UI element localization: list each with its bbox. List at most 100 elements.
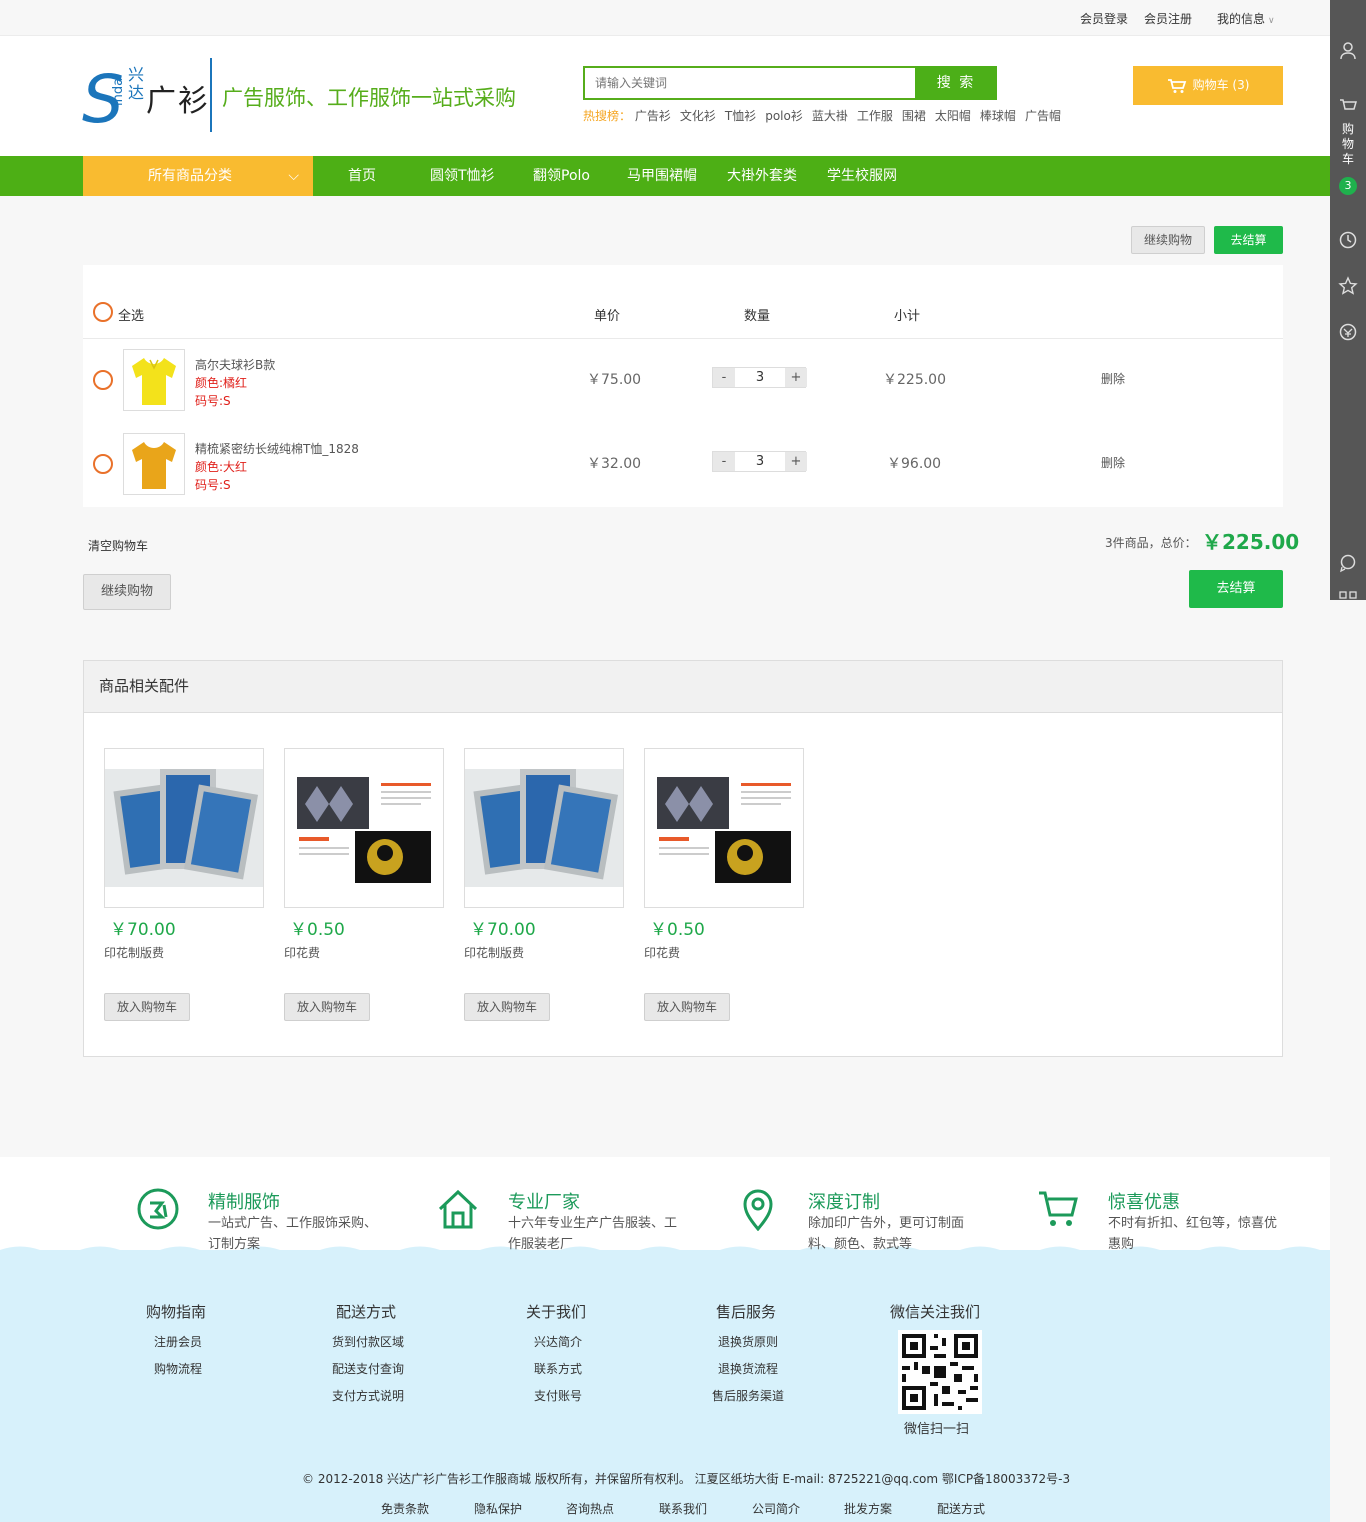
add-to-cart-button[interactable]: 放入购物车 bbox=[644, 993, 730, 1021]
qrcode-icon[interactable] bbox=[1338, 590, 1358, 600]
accessory-name[interactable]: 印花费 bbox=[644, 944, 680, 961]
add-to-cart-button[interactable]: 放入购物车 bbox=[104, 993, 190, 1021]
accessory-name[interactable]: 印花费 bbox=[284, 944, 320, 961]
qty-plus-button[interactable]: + bbox=[785, 452, 807, 471]
my-info-link[interactable]: 我的信息 ∨ bbox=[1217, 10, 1275, 27]
cart-icon[interactable] bbox=[1338, 97, 1358, 117]
unit-price: ￥32.00 bbox=[587, 456, 642, 472]
row-select-radio[interactable] bbox=[93, 454, 113, 474]
slogan: 广告服饰、工作服饰一站式采购 bbox=[222, 86, 516, 110]
footer-link[interactable]: 支付方式说明 bbox=[332, 1387, 404, 1404]
user-icon[interactable] bbox=[1338, 40, 1358, 60]
qty-input[interactable]: 3 bbox=[735, 368, 785, 387]
footer-bottom-link[interactable]: 免责条款 bbox=[381, 1500, 429, 1517]
delete-link[interactable]: 删除 bbox=[1101, 370, 1125, 387]
summary-label: 3件商品，总价： bbox=[1105, 536, 1197, 550]
footer-link[interactable]: 配送支付查询 bbox=[332, 1360, 404, 1377]
cart-button[interactable]: 购物车 (3) bbox=[1133, 66, 1283, 105]
accessory-image[interactable] bbox=[104, 748, 264, 908]
column-header-price: 单价 bbox=[594, 309, 621, 324]
product-name[interactable]: 精梳紧密纺长绒纯棉T恤_1828 bbox=[195, 440, 359, 457]
nav-item-coat[interactable]: 大褂外套类 bbox=[727, 156, 797, 196]
clear-cart-link[interactable]: 清空购物车 bbox=[88, 537, 148, 554]
delete-link[interactable]: 删除 bbox=[1101, 454, 1125, 471]
continue-shopping-button-top[interactable]: 继续购物 bbox=[1131, 226, 1205, 254]
hot-word[interactable]: 广告帽 bbox=[1025, 109, 1061, 123]
accessory-image[interactable] bbox=[464, 748, 624, 908]
product-thumbnail[interactable] bbox=[123, 349, 185, 411]
footer-link[interactable]: 售后服务渠道 bbox=[712, 1387, 784, 1404]
accessory-name[interactable]: 印花制版费 bbox=[104, 944, 164, 961]
wechat-title: 微信关注我们 bbox=[890, 1303, 981, 1321]
select-all-radio[interactable] bbox=[93, 302, 113, 322]
accessory-image[interactable] bbox=[644, 748, 804, 908]
nav-item-vest[interactable]: 马甲围裙帽 bbox=[627, 156, 697, 196]
feature-title: 专业厂家 bbox=[508, 1192, 580, 1213]
product-name[interactable]: 高尔夫球衫B款 bbox=[195, 356, 275, 373]
cart-button-label: 购物车 (3) bbox=[1192, 78, 1250, 92]
sidebar-cart-label[interactable]: 购物车 bbox=[1340, 122, 1356, 167]
add-to-cart-button[interactable]: 放入购物车 bbox=[464, 993, 550, 1021]
footer-link[interactable]: 购物流程 bbox=[154, 1360, 202, 1377]
service-icon[interactable] bbox=[1338, 553, 1358, 573]
continue-shopping-button[interactable]: 继续购物 bbox=[83, 574, 171, 610]
register-link[interactable]: 会员注册 bbox=[1144, 10, 1192, 27]
footer-bottom-link[interactable]: 咨询热点 bbox=[566, 1500, 614, 1517]
hot-word[interactable]: 工作服 bbox=[857, 109, 893, 123]
footer-link[interactable]: 货到付款区域 bbox=[332, 1333, 404, 1350]
print-sample-image bbox=[645, 749, 803, 907]
search-button[interactable]: 搜 索 bbox=[915, 66, 997, 100]
footer-bottom-link[interactable]: 公司简介 bbox=[752, 1500, 800, 1517]
hot-word[interactable]: 太阳帽 bbox=[935, 109, 971, 123]
footer-bottom-link[interactable]: 批发方案 bbox=[844, 1500, 892, 1517]
product-thumbnail[interactable] bbox=[123, 433, 185, 495]
footer-link[interactable]: 兴达简介 bbox=[534, 1333, 582, 1350]
qty-input[interactable]: 3 bbox=[735, 452, 785, 471]
nav-item-polo[interactable]: 翻领Polo bbox=[533, 156, 590, 196]
qty-minus-button[interactable]: - bbox=[713, 452, 735, 471]
hot-word[interactable]: 广告衫 bbox=[635, 109, 671, 123]
select-all-label: 全选 bbox=[118, 309, 145, 324]
history-icon[interactable] bbox=[1338, 230, 1358, 250]
hot-word[interactable]: 文化衫 bbox=[680, 109, 716, 123]
logo-divider bbox=[210, 58, 212, 132]
footer-link[interactable]: 退换货流程 bbox=[718, 1360, 778, 1377]
chevron-down-icon: ⌵ bbox=[288, 168, 299, 184]
accessory-price: ￥0.50 bbox=[290, 920, 345, 940]
accessory-image[interactable] bbox=[284, 748, 444, 908]
star-icon[interactable] bbox=[1338, 276, 1358, 296]
cart-count-badge: 3 bbox=[1339, 177, 1357, 195]
search-input[interactable] bbox=[583, 66, 915, 100]
hot-word[interactable]: polo衫 bbox=[765, 109, 803, 123]
checkout-button-top[interactable]: 去结算 bbox=[1214, 226, 1283, 254]
row-select-radio[interactable] bbox=[93, 370, 113, 390]
accessory-name[interactable]: 印花制版费 bbox=[464, 944, 524, 961]
login-link[interactable]: 会员登录 bbox=[1080, 10, 1128, 27]
checkout-button[interactable]: 去结算 bbox=[1189, 570, 1283, 608]
hot-word[interactable]: T恤衫 bbox=[725, 109, 756, 123]
nav-item-tshirt[interactable]: 圆领T恤衫 bbox=[430, 156, 495, 196]
footer-link[interactable]: 退换货原则 bbox=[718, 1333, 778, 1350]
hot-word[interactable]: 棒球帽 bbox=[980, 109, 1016, 123]
qty-minus-button[interactable]: - bbox=[713, 368, 735, 387]
cart-icon bbox=[1039, 1191, 1078, 1226]
footer-bottom-link[interactable]: 联系我们 bbox=[659, 1500, 707, 1517]
hot-word[interactable]: 围裙 bbox=[902, 109, 926, 123]
feature-title: 深度订制 bbox=[808, 1192, 880, 1213]
footer-link[interactable]: 支付账号 bbox=[534, 1387, 582, 1404]
footer-bottom-link[interactable]: 配送方式 bbox=[937, 1500, 985, 1517]
footer-link[interactable]: 联系方式 bbox=[534, 1360, 582, 1377]
nav-item-uniform[interactable]: 学生校服网 bbox=[827, 156, 897, 196]
all-categories-dropdown[interactable]: 所有商品分类 ⌵ bbox=[83, 156, 313, 196]
product-size: 码号:S bbox=[195, 394, 231, 408]
polo-shirt-icon bbox=[132, 358, 176, 405]
hot-word[interactable]: 蓝大褂 bbox=[812, 109, 848, 123]
footer-bottom-link[interactable]: 隐私保护 bbox=[474, 1500, 522, 1517]
nav-item-home[interactable]: 首页 bbox=[348, 156, 376, 196]
qty-plus-button[interactable]: + bbox=[785, 368, 807, 387]
hot-search: 热搜榜： 广告衫 文化衫 T恤衫 polo衫 蓝大褂 工作服 围裙 太阳帽 棒球帽 广告帽 bbox=[583, 107, 1070, 124]
add-to-cart-button[interactable]: 放入购物车 bbox=[284, 993, 370, 1021]
logo-icon[interactable]: S inda bbox=[82, 62, 128, 128]
footer-link[interactable]: 注册会员 bbox=[154, 1333, 202, 1350]
coupon-icon[interactable] bbox=[1338, 322, 1358, 342]
